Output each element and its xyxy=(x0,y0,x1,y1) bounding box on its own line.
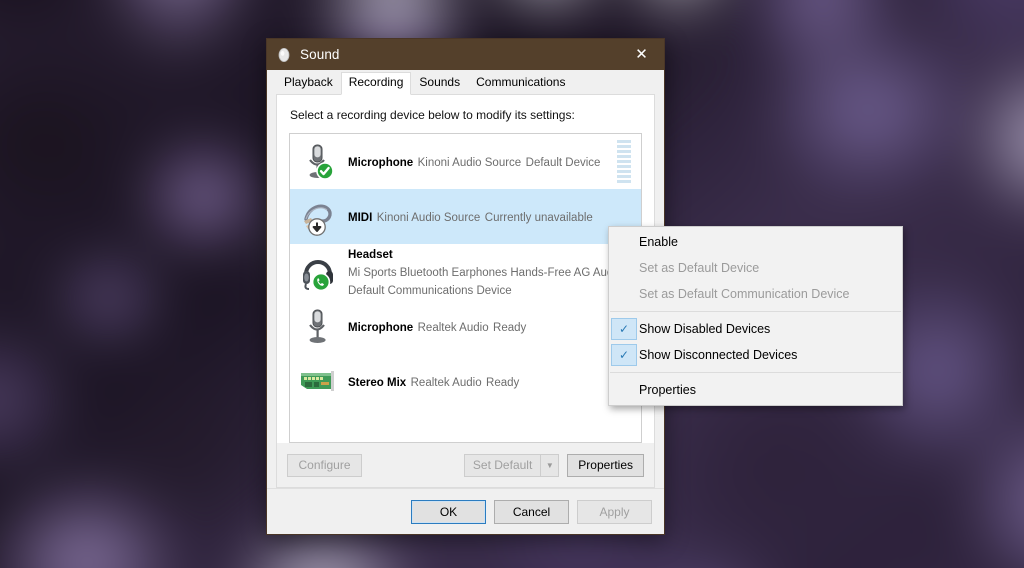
checkmark-icon: ✓ xyxy=(611,344,637,366)
menu-item-properties[interactable]: Properties xyxy=(609,377,902,403)
device-name: Headset xyxy=(348,249,393,261)
menu-item-show-disconnected-devices[interactable]: ✓ Show Disconnected Devices xyxy=(609,342,902,368)
chevron-down-icon[interactable]: ▼ xyxy=(540,454,559,477)
tab-recording[interactable]: Recording xyxy=(341,72,412,95)
device-driver: Kinoni Audio Source xyxy=(377,212,481,224)
menu-separator xyxy=(610,372,901,373)
device-driver: Realtek Audio xyxy=(411,377,482,389)
device-row[interactable]: MIDI Kinoni Audio Source Currently unava… xyxy=(290,189,641,244)
device-name: MIDI xyxy=(348,212,372,224)
menu-item-label: Show Disconnected Devices xyxy=(637,348,797,362)
dialog-footer: OK Cancel Apply xyxy=(267,488,664,534)
properties-button[interactable]: Properties xyxy=(567,454,644,477)
volume-meter xyxy=(617,140,631,183)
device-text: Headset Mi Sports Bluetooth Earphones Ha… xyxy=(340,245,617,299)
menu-item-set-as-default-communication-device[interactable]: Set as Default Communication Device xyxy=(609,281,902,307)
device-name: Microphone xyxy=(348,157,413,169)
menu-item-label: Properties xyxy=(637,383,696,397)
device-name: Microphone xyxy=(348,322,413,334)
check-slot xyxy=(611,379,637,401)
device-status: Ready xyxy=(486,377,519,389)
tab-communications[interactable]: Communications xyxy=(468,71,573,94)
headset-icon xyxy=(298,249,340,295)
device-status: Default Device xyxy=(526,157,601,169)
microphone-icon xyxy=(298,139,340,185)
device-text: MIDI Kinoni Audio Source Currently unava… xyxy=(340,208,617,226)
check-slot xyxy=(611,231,637,253)
device-driver: Realtek Audio xyxy=(418,322,489,334)
device-driver: Kinoni Audio Source xyxy=(418,157,522,169)
green-phone-badge xyxy=(313,273,330,290)
menu-item-set-as-default-device[interactable]: Set as Default Device xyxy=(609,255,902,281)
set-default-button[interactable]: Set Default xyxy=(464,454,540,477)
tab-sounds[interactable]: Sounds xyxy=(411,71,468,94)
device-status: Ready xyxy=(493,322,526,334)
tab-playback[interactable]: Playback xyxy=(276,71,341,94)
speaker-icon xyxy=(276,47,292,63)
midi-cable-icon xyxy=(298,194,340,240)
sound-dialog: Sound ✕ Playback Recording Sounds Commun… xyxy=(266,38,665,535)
menu-item-show-disabled-devices[interactable]: ✓ Show Disabled Devices xyxy=(609,316,902,342)
device-text: Stereo Mix Realtek Audio Ready xyxy=(340,373,617,391)
configure-button[interactable]: Configure xyxy=(287,454,362,477)
page-hint: Select a recording device below to modif… xyxy=(277,95,654,133)
window-title: Sound xyxy=(300,47,619,62)
microphone-icon xyxy=(298,304,340,350)
ok-button[interactable]: OK xyxy=(411,500,486,524)
menu-item-label: Enable xyxy=(637,235,678,249)
window-titlebar: Sound ✕ xyxy=(267,39,664,70)
recording-tab-page: Select a recording device below to modif… xyxy=(276,94,655,488)
desktop: Sound ✕ Playback Recording Sounds Commun… xyxy=(0,0,1024,568)
device-text: Microphone Realtek Audio Ready xyxy=(340,318,617,336)
device-list[interactable]: Microphone Kinoni Audio Source Default D… xyxy=(289,133,642,443)
apply-button[interactable]: Apply xyxy=(577,500,652,524)
check-slot xyxy=(611,257,637,279)
device-row[interactable]: Microphone Kinoni Audio Source Default D… xyxy=(290,134,641,189)
menu-separator xyxy=(610,311,901,312)
menu-item-label: Show Disabled Devices xyxy=(637,322,770,336)
menu-item-label: Set as Default Communication Device xyxy=(637,287,850,301)
menu-item-enable[interactable]: Enable xyxy=(609,229,902,255)
menu-item-label: Set as Default Device xyxy=(637,261,759,275)
sound-card-icon xyxy=(298,359,340,405)
checkmark-icon: ✓ xyxy=(611,318,637,340)
check-slot xyxy=(611,283,637,305)
cancel-button[interactable]: Cancel xyxy=(494,500,569,524)
device-row[interactable]: Microphone Realtek Audio Ready xyxy=(290,299,641,354)
device-text: Microphone Kinoni Audio Source Default D… xyxy=(340,153,617,171)
set-default-split-button[interactable]: Set Default ▼ xyxy=(464,454,559,477)
device-driver: Mi Sports Bluetooth Earphones Hands-Free… xyxy=(348,267,622,279)
device-status: Currently unavailable xyxy=(485,212,593,224)
device-context-menu: Enable Set as Default Device Set as Defa… xyxy=(608,226,903,406)
device-action-bar: Configure Set Default ▼ Properties xyxy=(277,443,654,487)
device-row[interactable]: Headset Mi Sports Bluetooth Earphones Ha… xyxy=(290,244,641,299)
device-row[interactable]: Stereo Mix Realtek Audio Ready xyxy=(290,354,641,409)
close-icon[interactable]: ✕ xyxy=(619,39,664,70)
device-status: Default Communications Device xyxy=(348,285,512,297)
device-name: Stereo Mix xyxy=(348,377,406,389)
tabstrip: Playback Recording Sounds Communications xyxy=(267,70,664,94)
